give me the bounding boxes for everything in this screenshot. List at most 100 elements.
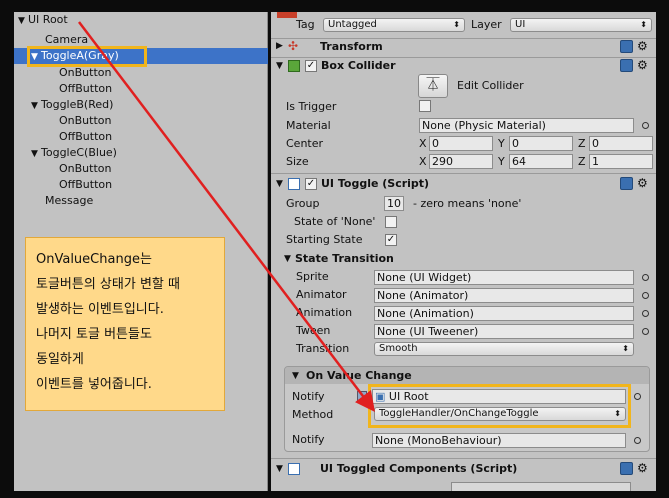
hierarchy-item-label: OffButton <box>59 82 113 95</box>
object-picker-icon[interactable] <box>634 393 641 400</box>
gear-icon[interactable]: ⚙ <box>637 177 648 189</box>
transition-dropdown[interactable]: Smooth ⬍ <box>374 342 634 356</box>
sprite-value: None (UI Widget) <box>377 271 472 284</box>
next-field-partial[interactable] <box>451 482 631 491</box>
size-y-field[interactable]: 64 <box>509 154 573 169</box>
help-book-icon[interactable] <box>620 462 633 475</box>
divider <box>271 38 656 39</box>
expand-triangle-icon[interactable]: ▼ <box>18 13 28 29</box>
state-none-checkbox[interactable] <box>385 216 397 228</box>
center-x-value: 0 <box>432 137 439 150</box>
object-picker-icon[interactable] <box>634 437 641 444</box>
box-collider-enabled-checkbox[interactable]: ✓ <box>305 60 317 72</box>
notify-label: Notify <box>292 390 325 403</box>
object-picker-icon[interactable] <box>642 122 649 129</box>
gameobject-icon <box>277 12 297 18</box>
object-picker-icon[interactable] <box>642 292 649 299</box>
fold-down-icon[interactable]: ▼ <box>276 464 283 474</box>
updown-arrow-icon: ⬍ <box>622 344 629 353</box>
layer-label: Layer <box>471 18 502 31</box>
script-icon <box>288 463 300 475</box>
animation-value: None (Animation) <box>377 307 474 320</box>
tag-value: Untagged <box>328 19 377 30</box>
highlight-box-notify-method <box>368 384 631 428</box>
method-label: Method <box>292 408 334 421</box>
fold-down-icon[interactable]: ▼ <box>276 61 283 71</box>
size-z-value: 1 <box>592 155 599 168</box>
fold-down-icon[interactable]: ▼ <box>292 371 299 381</box>
box-collider-icon <box>288 60 300 72</box>
divider <box>271 57 656 58</box>
edit-collider-icon: ⏄ <box>426 78 440 93</box>
updown-arrow-icon: ⬍ <box>640 20 647 29</box>
material-field[interactable]: None (Physic Material) <box>419 118 634 133</box>
center-y-field[interactable]: 0 <box>509 136 573 151</box>
expand-triangle-icon[interactable]: ▼ <box>31 146 41 162</box>
hierarchy-item-label: OnButton <box>59 162 112 175</box>
on-value-change-header[interactable]: On Value Change <box>306 369 412 382</box>
help-book-icon[interactable] <box>620 59 633 72</box>
expand-triangle-icon[interactable]: ▼ <box>31 98 41 114</box>
is-trigger-checkbox[interactable] <box>419 100 431 112</box>
size-x-value: 290 <box>432 155 453 168</box>
hierarchy-item-onbutton-a[interactable]: OnButton <box>14 65 268 81</box>
fold-right-icon[interactable]: ▶ <box>276 41 283 51</box>
hierarchy-item-message[interactable]: Message <box>14 193 268 209</box>
notify2-value: None (MonoBehaviour) <box>375 434 502 447</box>
hierarchy-item-toggleb[interactable]: ▼ ToggleB(Red) <box>14 97 268 113</box>
divider <box>271 458 656 459</box>
transform-title[interactable]: Transform <box>320 40 383 53</box>
layer-dropdown[interactable]: UI ⬍ <box>510 18 652 32</box>
edit-collider-button[interactable]: ⏄ <box>418 74 448 98</box>
ui-toggle-enabled-checkbox[interactable]: ✓ <box>305 178 317 190</box>
animator-field[interactable]: None (Animator) <box>374 288 634 303</box>
state-transition-header[interactable]: State Transition <box>295 252 394 265</box>
animation-field[interactable]: None (Animation) <box>374 306 634 321</box>
gear-icon[interactable]: ⚙ <box>637 40 648 52</box>
box-collider-title[interactable]: Box Collider <box>321 59 396 72</box>
tween-value: None (UI Tweener) <box>377 325 479 338</box>
hierarchy-item-label: OffButton <box>59 178 113 191</box>
toggled-components-title[interactable]: UI Toggled Components (Script) <box>320 462 517 475</box>
hierarchy-item-ui-root[interactable]: ▼ UI Root <box>14 12 268 28</box>
fold-down-icon[interactable]: ▼ <box>284 254 291 264</box>
ui-toggle-title[interactable]: UI Toggle (Script) <box>321 177 429 190</box>
is-trigger-label: Is Trigger <box>286 100 337 113</box>
sprite-label: Sprite <box>296 270 329 283</box>
hierarchy-item-label: OnButton <box>59 66 112 79</box>
center-label: Center <box>286 137 324 150</box>
hierarchy-item-offbutton-b[interactable]: OffButton <box>14 129 268 145</box>
hierarchy-item-onbutton-c[interactable]: OnButton <box>14 161 268 177</box>
object-picker-icon[interactable] <box>642 328 649 335</box>
object-picker-icon[interactable] <box>642 310 649 317</box>
group-field[interactable]: 10 <box>384 196 404 211</box>
sprite-field[interactable]: None (UI Widget) <box>374 270 634 285</box>
hierarchy-item-label: ToggleB(Red) <box>41 98 114 111</box>
center-z-field[interactable]: 0 <box>589 136 653 151</box>
notify2-field[interactable]: None (MonoBehaviour) <box>372 433 626 448</box>
transform-icon: ✣ <box>288 39 299 53</box>
highlight-box-togglea <box>27 46 147 67</box>
hierarchy-item-onbutton-b[interactable]: OnButton <box>14 113 268 129</box>
tween-field[interactable]: None (UI Tweener) <box>374 324 634 339</box>
hierarchy-item-togglec[interactable]: ▼ ToggleC(Blue) <box>14 145 268 161</box>
help-book-icon[interactable] <box>620 40 633 53</box>
size-z-field[interactable]: 1 <box>589 154 653 169</box>
object-picker-icon[interactable] <box>642 274 649 281</box>
hierarchy-item-label: ToggleC(Blue) <box>41 146 117 159</box>
hierarchy-item-offbutton-c[interactable]: OffButton <box>14 177 268 193</box>
starting-state-checkbox[interactable]: ✓ <box>385 234 397 246</box>
annotation-note: OnValueChange는 토글버튼의 상태가 변할 때 발생하는 이벤트입니… <box>25 237 225 411</box>
help-book-icon[interactable] <box>620 177 633 190</box>
gear-icon[interactable]: ⚙ <box>637 59 648 71</box>
fold-down-icon[interactable]: ▼ <box>276 179 283 189</box>
gear-icon[interactable]: ⚙ <box>637 462 648 474</box>
center-x-field[interactable]: 0 <box>429 136 493 151</box>
size-x-field[interactable]: 290 <box>429 154 493 169</box>
hierarchy-item-label: UI Root <box>28 13 68 26</box>
hierarchy-item-label: Message <box>45 194 94 207</box>
hierarchy-item-offbutton-a[interactable]: OffButton <box>14 81 268 97</box>
notify2-label: Notify <box>292 433 325 446</box>
tag-dropdown[interactable]: Untagged ⬍ <box>323 18 465 32</box>
updown-arrow-icon: ⬍ <box>453 20 460 29</box>
